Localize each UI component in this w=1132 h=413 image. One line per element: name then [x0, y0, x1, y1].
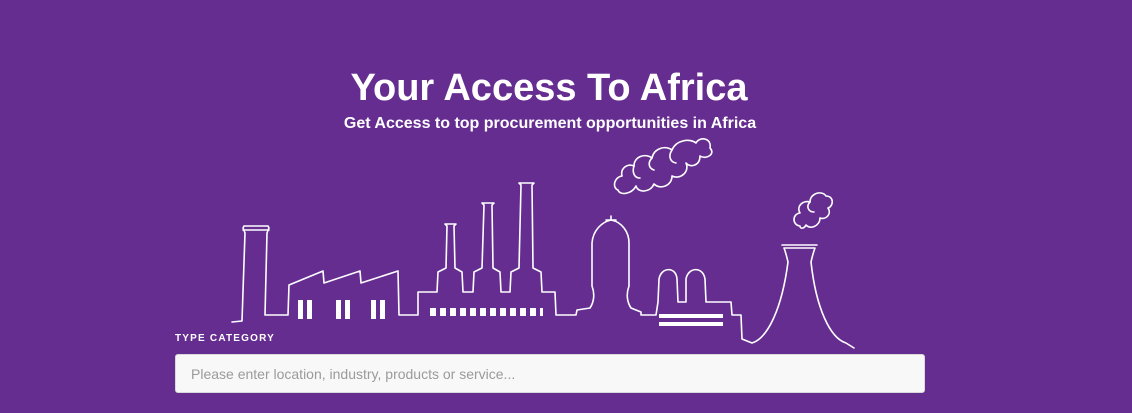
stripe-1 [659, 314, 723, 318]
skyline-outline [231, 182, 855, 349]
window-pair-2 [336, 300, 341, 319]
stripe-2 [659, 322, 723, 326]
tower-smoke [793, 192, 834, 229]
window-pair-1 [298, 300, 303, 319]
search-input[interactable] [175, 354, 925, 393]
page-subtitle: Get Access to top procurement opportunit… [343, 115, 757, 132]
search-label: TYPE CATEGORY [175, 333, 276, 344]
page-title: Your Access To Africa [350, 67, 748, 109]
small-window-row [430, 308, 543, 316]
window-pair-3 [371, 300, 376, 319]
hero-banner: Your Access To Africa Get Access to top … [0, 0, 1132, 413]
smoke-cloud [613, 138, 713, 195]
